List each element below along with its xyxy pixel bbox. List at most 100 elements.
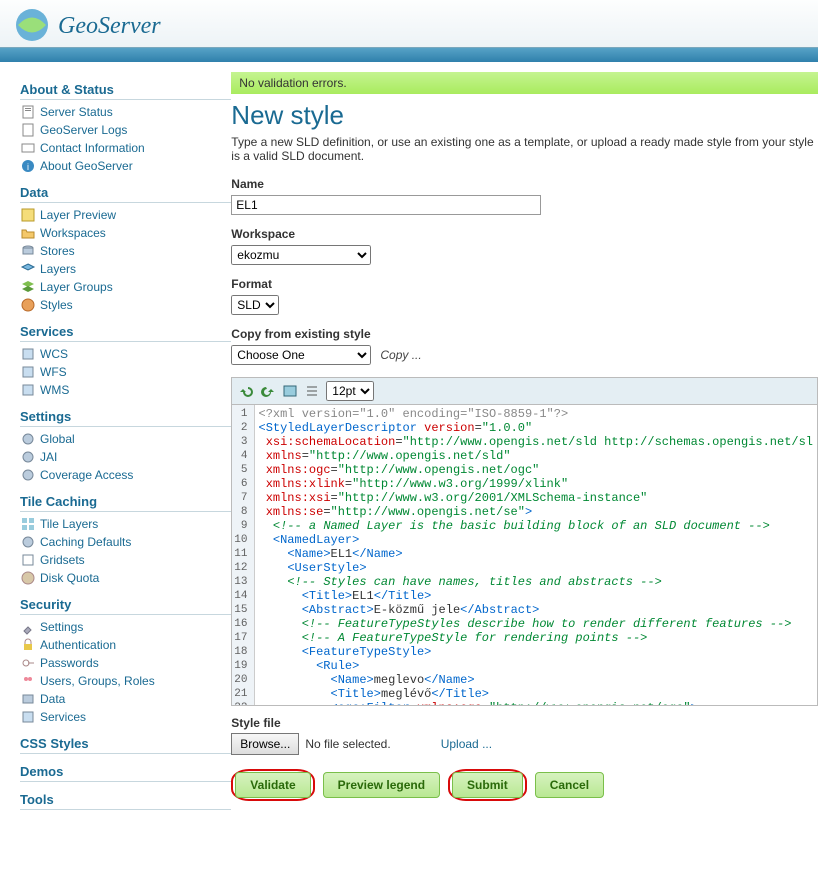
validation-message: No validation errors. [231, 72, 818, 94]
sidebar-item-wfs[interactable]: WFS [20, 363, 231, 381]
service-icon [20, 382, 36, 398]
gear-icon [20, 449, 36, 465]
highlight-ring: Submit [448, 769, 527, 801]
sidebar-item-users[interactable]: Users, Groups, Roles [20, 672, 231, 690]
database-icon [20, 243, 36, 259]
upload-link[interactable]: Upload ... [441, 737, 492, 751]
action-buttons: Validate Preview legend Submit Cancel [231, 769, 818, 801]
sidebar-item-layers[interactable]: Layers [20, 260, 231, 278]
copy-link[interactable]: Copy ... [380, 348, 421, 362]
sidebar-item-tile-layers[interactable]: Tile Layers [20, 515, 231, 533]
code-editor[interactable]: 1 2 3 4 5 6 7 8 9 10 11 12 13 14 15 16 1… [231, 405, 818, 706]
sidebar-heading-security: Security [20, 597, 231, 615]
sidebar-heading-services: Services [20, 324, 231, 342]
sidebar-item-global[interactable]: Global [20, 430, 231, 448]
sidebar: About & Status Server Status GeoServer L… [0, 62, 231, 823]
layers-icon [20, 261, 36, 277]
sidebar-item-wcs[interactable]: WCS [20, 345, 231, 363]
lock-icon [20, 637, 36, 653]
sidebar-item-sec-data[interactable]: Data [20, 690, 231, 708]
service-icon [20, 709, 36, 725]
sidebar-item-layer-groups[interactable]: Layer Groups [20, 278, 231, 296]
gear-icon [20, 534, 36, 550]
svg-text:GeoServer: GeoServer [58, 13, 161, 39]
sidebar-item-jai[interactable]: JAI [20, 448, 231, 466]
copy-label: Copy from existing style [231, 327, 818, 341]
workspace-select[interactable]: ekozmu [231, 245, 371, 265]
undo-icon[interactable] [238, 383, 254, 399]
sidebar-heading-css[interactable]: CSS Styles [20, 736, 231, 754]
name-label: Name [231, 177, 818, 191]
disk-icon [20, 570, 36, 586]
format-select[interactable]: SLD [231, 295, 279, 315]
preview-icon [20, 207, 36, 223]
sidebar-item-styles[interactable]: Styles [20, 296, 231, 314]
grid-icon [20, 552, 36, 568]
app-header: GeoServer [0, 0, 818, 48]
sidebar-heading-data: Data [20, 185, 231, 203]
cancel-button[interactable]: Cancel [535, 772, 604, 798]
sidebar-item-logs[interactable]: GeoServer Logs [20, 121, 231, 139]
goto-icon[interactable] [282, 383, 298, 399]
header-bar [0, 48, 818, 62]
page-intro: Type a new SLD definition, or use an exi… [231, 135, 818, 163]
service-icon [20, 364, 36, 380]
sidebar-item-sec-services[interactable]: Services [20, 708, 231, 726]
font-size-select[interactable]: 12pt [326, 381, 374, 401]
gear-icon [20, 431, 36, 447]
sidebar-item-layer-preview[interactable]: Layer Preview [20, 206, 231, 224]
name-input[interactable] [231, 195, 541, 215]
editor-toolbar: 12pt [231, 377, 818, 405]
document-icon [20, 104, 36, 120]
sidebar-item-passwords[interactable]: Passwords [20, 654, 231, 672]
page-title: New style [231, 100, 818, 131]
sidebar-heading-about: About & Status [20, 82, 231, 100]
palette-icon [20, 297, 36, 313]
workspace-label: Workspace [231, 227, 818, 241]
grid-icon [20, 516, 36, 532]
document-icon [20, 122, 36, 138]
svg-text:i: i [27, 162, 29, 172]
service-icon [20, 346, 36, 362]
highlight-ring: Validate [231, 769, 314, 801]
sidebar-item-contact[interactable]: Contact Information [20, 139, 231, 157]
sidebar-item-server-status[interactable]: Server Status [20, 103, 231, 121]
sidebar-heading-tile: Tile Caching [20, 494, 231, 512]
stylefile-label: Style file [231, 716, 818, 730]
sidebar-heading-settings: Settings [20, 409, 231, 427]
copy-select[interactable]: Choose One [231, 345, 371, 365]
sidebar-item-auth[interactable]: Authentication [20, 636, 231, 654]
main-content: No validation errors. New style Type a n… [231, 62, 818, 823]
code-source[interactable]: <?xml version="1.0" encoding="ISO-8859-1… [255, 405, 818, 705]
preview-legend-button[interactable]: Preview legend [323, 772, 440, 798]
folder-icon [20, 225, 36, 241]
sidebar-heading-demos[interactable]: Demos [20, 764, 231, 782]
sidebar-item-workspaces[interactable]: Workspaces [20, 224, 231, 242]
sidebar-item-coverage[interactable]: Coverage Access [20, 466, 231, 484]
sidebar-item-stores[interactable]: Stores [20, 242, 231, 260]
users-icon [20, 673, 36, 689]
sidebar-item-sec-settings[interactable]: Settings [20, 618, 231, 636]
card-icon [20, 140, 36, 156]
redo-icon[interactable] [260, 383, 276, 399]
layers-icon [20, 279, 36, 295]
validate-button[interactable]: Validate [235, 772, 310, 798]
key-icon [20, 655, 36, 671]
gear-icon [20, 467, 36, 483]
submit-button[interactable]: Submit [452, 772, 523, 798]
sidebar-heading-tools[interactable]: Tools [20, 792, 231, 810]
format-label: Format [231, 277, 818, 291]
line-gutter: 1 2 3 4 5 6 7 8 9 10 11 12 13 14 15 16 1… [232, 405, 254, 705]
logo: GeoServer [10, 5, 220, 45]
browse-button[interactable]: Browse... [231, 733, 299, 755]
file-status: No file selected. [305, 737, 390, 751]
sidebar-item-caching-defaults[interactable]: Caching Defaults [20, 533, 231, 551]
info-icon: i [20, 158, 36, 174]
sidebar-item-disk-quota[interactable]: Disk Quota [20, 569, 231, 587]
sidebar-item-gridsets[interactable]: Gridsets [20, 551, 231, 569]
sidebar-item-wms[interactable]: WMS [20, 381, 231, 399]
format-icon[interactable] [304, 383, 320, 399]
wrench-icon [20, 619, 36, 635]
data-icon [20, 691, 36, 707]
sidebar-item-about[interactable]: iAbout GeoServer [20, 157, 231, 175]
